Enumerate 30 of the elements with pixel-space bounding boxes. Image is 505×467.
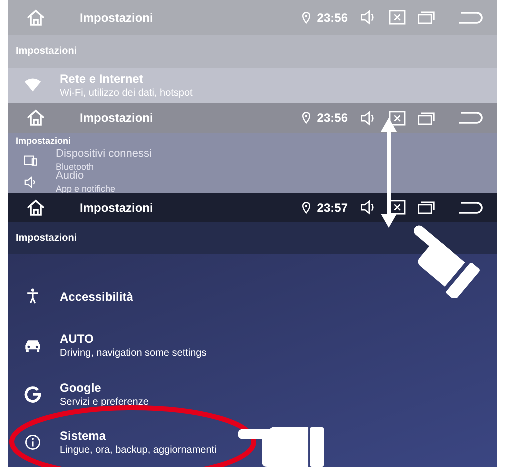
recent-apps-icon[interactable] bbox=[418, 200, 435, 216]
location-pin-icon bbox=[302, 202, 312, 214]
item-title[interactable]: Accessibilità bbox=[60, 290, 134, 304]
volume-icon[interactable] bbox=[360, 200, 377, 216]
screen-title: Impostazioni bbox=[80, 111, 154, 125]
back-icon[interactable] bbox=[457, 200, 483, 215]
section-header: Impostazioni bbox=[8, 35, 497, 68]
item-subtitle: Wi-Fi, utilizzo dei dati, hotspot bbox=[60, 88, 193, 99]
home-icon[interactable] bbox=[26, 198, 46, 217]
item-title[interactable]: AUTO bbox=[60, 332, 94, 346]
section-header: Impostazioni bbox=[15, 135, 72, 148]
google-g-icon bbox=[24, 386, 42, 402]
item-subtitle: Servizi e preferenze bbox=[60, 396, 149, 408]
screen-title: Impostazioni bbox=[80, 10, 154, 24]
devices-icon bbox=[24, 154, 38, 166]
clock-time: 23:57 bbox=[317, 200, 348, 215]
wifi-icon bbox=[24, 77, 42, 94]
clock-time: 23:56 bbox=[317, 111, 348, 125]
item-title[interactable]: Sistema bbox=[60, 429, 106, 444]
item-subtitle: Driving, navigation some settings bbox=[60, 348, 207, 359]
speaker-icon bbox=[24, 176, 38, 188]
item-subtitle: Lingue, ora, backup, aggiornamenti bbox=[60, 445, 217, 456]
screen-title: Impostazioni bbox=[80, 200, 154, 215]
section-header: Impostazioni bbox=[8, 222, 497, 254]
item-title[interactable]: Google bbox=[60, 380, 102, 394]
item-subtitle: Bluetooth bbox=[56, 162, 94, 172]
info-icon bbox=[24, 434, 42, 452]
location-pin-icon bbox=[302, 12, 312, 24]
clock-time: 23:56 bbox=[317, 10, 348, 24]
location-pin-icon bbox=[302, 112, 312, 124]
